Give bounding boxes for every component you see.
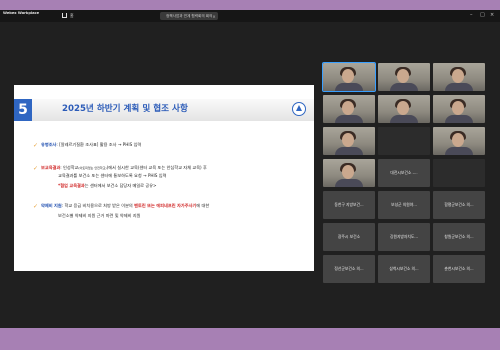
participant-video-body — [445, 147, 473, 155]
maximize-icon[interactable]: □ — [480, 12, 485, 18]
participant-tile[interactable] — [323, 159, 375, 187]
participant-tile[interactable] — [378, 127, 430, 155]
participant-name: 대전시보건소 -... — [390, 170, 418, 175]
participant-tile[interactable] — [433, 159, 485, 187]
participant-grid: 대전시보건소 -... 동천구 지방보건... 보성군 의원야... 함평군보건소 의… — [322, 62, 486, 325]
participant-tile[interactable]: 삼척시보건소 의... — [378, 255, 430, 283]
item-medicine: 약제비 지원: 학교 응급 비치용으로 처방 받은 이분의 벤토린 또는 에피네… — [41, 203, 210, 208]
participant-video-body — [445, 83, 473, 91]
webex-window: Webex Workplace 홈 정책사업과 연계 협력회의 회의 × – □… — [0, 10, 500, 328]
participant-tile[interactable]: 함평군보건소 의... — [433, 191, 485, 219]
meeting-tab-label: 정책사업과 연계 협력회의 회의 — [166, 13, 213, 18]
participant-video-head — [452, 69, 464, 83]
minimize-icon[interactable]: – — [470, 12, 473, 18]
check-icon: ✓ — [33, 203, 39, 210]
check-icon: ✓ — [33, 142, 39, 149]
participant-name: 함평군보건소 의... — [444, 202, 474, 207]
participant-name: 삼척시보건소 의... — [389, 266, 419, 271]
app-logo: Webex Workplace — [3, 11, 40, 15]
slide-title: 2025년 하반기 계획 및 협조 사항 — [62, 104, 188, 114]
participant-tile[interactable] — [322, 62, 376, 92]
participant-tile[interactable]: 보성군 의원야... — [378, 191, 430, 219]
participant-video-head — [342, 133, 354, 147]
participant-tile[interactable]: 광주시 보건소 — [323, 223, 375, 251]
participant-video-head — [452, 133, 464, 147]
home-icon — [62, 13, 67, 18]
item-education-line2: 교육결과를 보건소 또는 센터에 통보하도록 요청 → PHIS 입력 — [58, 173, 167, 178]
item-education: 보교육결과: 인성학교(아토피없는 안전학교)(에서 실시한 교육(센터 교육 … — [41, 165, 207, 170]
participant-name: 정선군보건소 의... — [334, 266, 364, 271]
meeting-tab[interactable]: 정책사업과 연계 협력회의 회의 × — [160, 12, 218, 20]
participant-video-head — [452, 101, 464, 115]
slide-number: 5 — [14, 99, 32, 121]
participant-video-body — [335, 83, 363, 91]
organization-logo — [292, 102, 306, 116]
participant-tile[interactable] — [323, 95, 375, 123]
participant-tile[interactable] — [433, 95, 485, 123]
participant-video-body — [390, 115, 418, 123]
home-label: 홈 — [70, 13, 74, 18]
shared-slide: 5 2025년 하반기 계획 및 협조 사항 ✓ 유병조사: [알레르기질환 조… — [14, 85, 314, 271]
participant-video-body — [390, 83, 418, 91]
participant-video-head — [342, 165, 354, 179]
participant-tile[interactable] — [378, 95, 430, 123]
participant-video-body — [335, 115, 363, 123]
item-education-note: *협업 교육결과는 센터에서 보건소 담당자 메일로 공유> — [58, 183, 157, 188]
participant-video-head — [342, 69, 354, 83]
participant-tile[interactable]: 강원지방자치도... — [378, 223, 430, 251]
close-tab-icon[interactable]: × — [212, 14, 215, 19]
participant-tile[interactable]: 창원군보건소 의... — [433, 223, 485, 251]
participant-tile[interactable]: 동천구 지방보건... — [323, 191, 375, 219]
check-icon: ✓ — [33, 165, 39, 172]
home-button[interactable]: 홈 — [62, 13, 74, 18]
item-survey: 유병조사: [알레르기질환 조사표] 활용 조사 → PHIS 입력 — [41, 142, 142, 147]
participant-video-head — [397, 69, 409, 83]
participant-tile[interactable]: 정선군보건소 의... — [323, 255, 375, 283]
participant-video-head — [342, 101, 354, 115]
participant-name: 광주시 보건소 — [337, 234, 361, 239]
participant-video-body — [335, 147, 363, 155]
item-medicine-line2: 보건소별 약제비 지원 근거 마련 및 약제비 지원 — [58, 213, 141, 218]
participant-name: 강원지방자치도... — [389, 234, 419, 239]
participant-tile[interactable]: 대전시보건소 -... — [378, 159, 430, 187]
participant-tile[interactable] — [378, 63, 430, 91]
participant-name: 동천구 지방보건... — [334, 202, 364, 207]
participant-video-head — [397, 101, 409, 115]
participant-tile[interactable]: 춘천시보건소 의... — [433, 255, 485, 283]
slide-title-bar: 2025년 하반기 계획 및 협조 사항 — [32, 99, 314, 121]
title-bar: Webex Workplace 홈 정책사업과 연계 협력회의 회의 × – □… — [0, 10, 500, 22]
participant-tile[interactable] — [323, 127, 375, 155]
participant-tile[interactable] — [433, 63, 485, 91]
participant-name: 창원군보건소 의... — [444, 234, 474, 239]
participant-name: 보성군 의원야... — [391, 202, 417, 207]
participant-name: 춘천시보건소 의... — [444, 266, 474, 271]
participant-tile[interactable] — [433, 127, 485, 155]
participant-video-body — [445, 115, 473, 123]
close-window-icon[interactable]: × — [490, 12, 494, 18]
participant-video-body — [335, 179, 363, 187]
